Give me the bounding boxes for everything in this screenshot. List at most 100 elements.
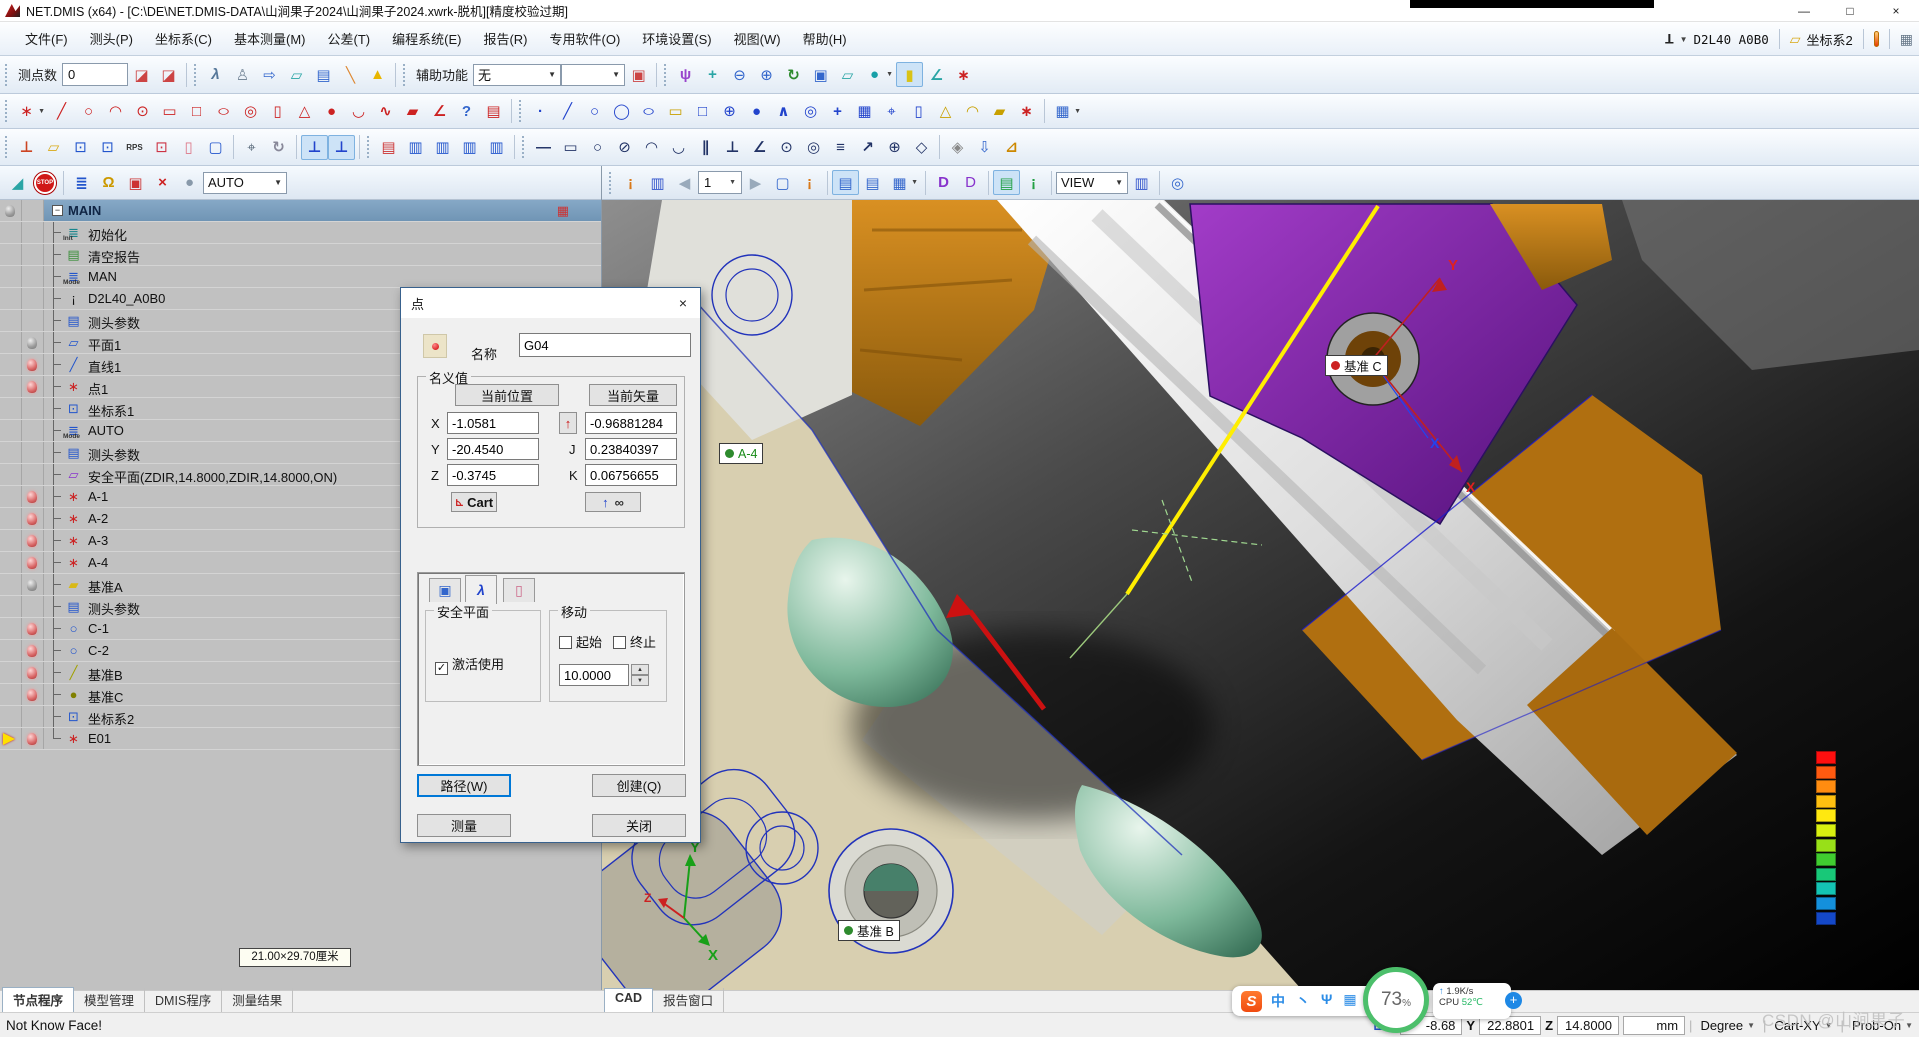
csys-bend-icon[interactable]: ▯: [175, 135, 202, 160]
bottom-tab-0[interactable]: 节点程序: [2, 987, 75, 1012]
csys-save-icon[interactable]: ▱: [40, 135, 67, 160]
vector-flip-button[interactable]: ↑: [559, 412, 577, 434]
goto-step-icon[interactable]: ⇨: [256, 62, 283, 87]
bulb-on-icon[interactable]: [27, 733, 37, 745]
page-prev-icon[interactable]: ◀: [671, 170, 698, 195]
path-button[interactable]: 路径(W): [417, 774, 511, 797]
cad-scene[interactable]: Y X X Y X Z A-4 基准 C 基准 B: [602, 200, 1919, 990]
page-number-input[interactable]: 1 ▼: [698, 171, 742, 194]
construct-dome-icon[interactable]: ◠: [959, 99, 986, 124]
tree-item-label[interactable]: 测头参数: [88, 445, 140, 464]
probe-parameters-icon[interactable]: ▤: [310, 62, 337, 87]
construct-cone-icon[interactable]: ∧: [770, 99, 797, 124]
tree-item-content[interactable]: ≣ Mode MAN: [44, 266, 601, 287]
menu-item-10[interactable]: 帮助(H): [792, 27, 858, 52]
ball-lower-icon[interactable]: ●: [176, 170, 203, 195]
tree-item-label[interactable]: A-1: [88, 489, 108, 504]
probe-icon[interactable]: T: [1665, 31, 1674, 47]
start-checkbox-box[interactable]: [559, 636, 572, 649]
dmi-pick-icon[interactable]: D: [957, 170, 984, 195]
tree-item-label[interactable]: E01: [88, 731, 111, 746]
window-comment-icon[interactable]: ▤: [832, 170, 859, 195]
point-name-input[interactable]: [519, 333, 691, 357]
z-input[interactable]: [447, 464, 539, 486]
wireframe-cube-icon[interactable]: ▱: [834, 62, 861, 87]
measure-slot-icon[interactable]: ○: [210, 99, 237, 124]
k-input[interactable]: [585, 464, 677, 486]
tree-item-label[interactable]: 清空报告: [88, 247, 140, 266]
menu-item-1[interactable]: 测头(P): [79, 27, 144, 52]
tab-settings[interactable]: ▣: [429, 578, 461, 602]
csys-dice-icon[interactable]: ⊡: [67, 135, 94, 160]
construct-sphere-icon[interactable]: ●: [743, 99, 770, 124]
x-input[interactable]: [447, 412, 539, 434]
tree-item-label[interactable]: C-2: [88, 643, 109, 658]
tree-item-label[interactable]: MAN: [88, 269, 117, 284]
maximize-button[interactable]: □: [1827, 0, 1873, 22]
view-part-csys-icon[interactable]: ⊥: [328, 134, 355, 160]
tol-roundness-icon[interactable]: ○: [584, 135, 611, 160]
unlock-icon[interactable]: Ω: [95, 170, 122, 195]
zoom-in-icon[interactable]: ⊕: [753, 62, 780, 87]
measure-angle-icon[interactable]: ∠: [426, 99, 453, 124]
view-tab-0[interactable]: CAD: [604, 988, 654, 1012]
toolbar-handle[interactable]: [522, 136, 525, 158]
construct-project-icon[interactable]: ⌖: [878, 99, 905, 124]
page-next-icon[interactable]: ▶: [742, 170, 769, 195]
bulb-on-icon[interactable]: [27, 689, 37, 701]
current-probe-label[interactable]: D2L40 A0B0: [1693, 32, 1768, 47]
construct-target-icon[interactable]: ⊕: [716, 99, 743, 124]
tree-item-label[interactable]: C-1: [88, 621, 109, 636]
export-down-icon[interactable]: ⇩: [971, 135, 998, 160]
current-csys-label[interactable]: 坐标系2: [1807, 30, 1853, 49]
system-monitor-bubble[interactable]: ↑ 1.9K/s CPU 52℃: [1433, 983, 1511, 1019]
tree-expander[interactable]: −: [52, 205, 63, 216]
tree-item-content[interactable]: ≣ Init 初始化: [44, 222, 601, 243]
bottom-tab-2[interactable]: DMIS程序: [145, 988, 223, 1012]
toolbar-handle[interactable]: [403, 63, 406, 86]
sogou-logo-icon[interactable]: S: [1241, 990, 1262, 1012]
view-select[interactable]: VIEW ▼: [1056, 171, 1128, 194]
window-green-icon[interactable]: ▤: [993, 170, 1020, 195]
view-tab-1[interactable]: 报告窗口: [653, 988, 725, 1012]
measure-cylinder-icon[interactable]: ▯: [264, 99, 291, 124]
tol-profile-line-icon[interactable]: ◠: [638, 135, 665, 160]
stop-button[interactable]: STOP: [34, 171, 56, 194]
tol-angularity-icon[interactable]: ∠: [746, 135, 773, 160]
pms-doc-icon[interactable]: ▤: [480, 99, 507, 124]
measure-circle-icon[interactable]: ○: [75, 99, 102, 124]
tol-distance-icon[interactable]: ◇: [908, 135, 935, 160]
tree-item-label[interactable]: 基准B: [88, 665, 123, 684]
machine-probe-icon[interactable]: ¡: [617, 170, 644, 195]
csys-dice-red-icon[interactable]: ⊡: [148, 135, 175, 160]
bulb-on-icon[interactable]: [27, 359, 37, 371]
menu-item-6[interactable]: 报告(R): [472, 27, 538, 52]
probe-angle-icon[interactable]: ∠: [923, 62, 950, 87]
input-method-bar[interactable]: S 中丶 Ψ ▦: [1232, 986, 1382, 1016]
tol-flatness-icon[interactable]: ▭: [557, 135, 584, 160]
notes-icon[interactable]: ▮: [896, 62, 924, 87]
save-model-icon[interactable]: ▥: [644, 170, 671, 195]
point-dialog[interactable]: 点 × 名称 名义值 当前位置 当前矢量 X Y Z ↑ J K ⊾ Cart …: [400, 287, 701, 843]
report-grid-icon[interactable]: ▦: [557, 203, 569, 219]
mic-icon[interactable]: Ψ: [1321, 991, 1332, 1011]
toolbar-handle[interactable]: [519, 100, 522, 122]
tol-concentricity-icon[interactable]: ⊙: [773, 135, 800, 160]
run-mode-select[interactable]: AUTO ▼: [203, 171, 287, 194]
measure-cone-icon[interactable]: △: [291, 99, 318, 124]
construct-point-icon[interactable]: ·: [527, 99, 554, 124]
construct-line-icon[interactable]: ╱: [554, 99, 581, 124]
construct-grid-icon[interactable]: ▦: [851, 99, 878, 124]
menu-item-3[interactable]: 基本测量(M): [223, 27, 317, 52]
report-db1-icon[interactable]: ▥: [402, 135, 429, 160]
bulb-on-icon[interactable]: [27, 491, 37, 503]
csys-rps-icon[interactable]: RPS: [121, 135, 148, 160]
tree-item-label[interactable]: 初始化: [88, 225, 127, 244]
offline-machine-icon[interactable]: ▦: [1900, 31, 1913, 48]
tree-item-label[interactable]: D2L40_A0B0: [88, 291, 165, 306]
layers-icon[interactable]: ▣: [625, 62, 652, 87]
tree-item-row[interactable]: ≣ Init 初始化: [0, 222, 601, 244]
find-vector-button[interactable]: ↑ ∞: [585, 492, 641, 512]
construct-circle-icon[interactable]: ○: [581, 99, 608, 124]
new-doc-icon[interactable]: ▢: [769, 170, 796, 195]
